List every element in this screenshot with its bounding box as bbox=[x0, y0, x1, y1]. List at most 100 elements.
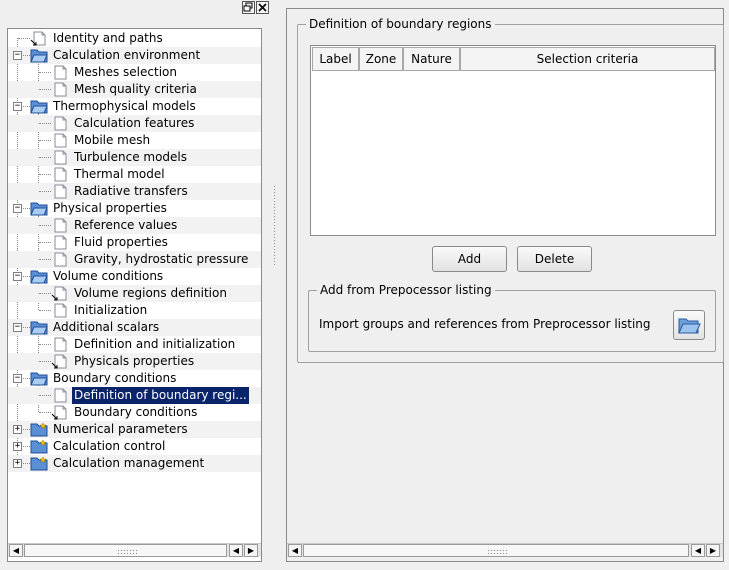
expand-icon[interactable]: + bbox=[13, 442, 22, 451]
tree-item-calculation-management[interactable]: + Calculation management bbox=[8, 455, 261, 472]
tree-item-mesh-quality-criteria[interactable]: Mesh quality criteria bbox=[8, 81, 261, 98]
tree-item-initialization[interactable]: Initialization bbox=[8, 302, 261, 319]
tree-item-definition-of-boundary-regi[interactable]: Definition of boundary regi... bbox=[8, 387, 261, 404]
tree-item-label: Physicals properties bbox=[74, 354, 195, 368]
tree-item-label: Additional scalars bbox=[53, 320, 160, 334]
tree-branch-line bbox=[39, 72, 51, 73]
page-icon bbox=[51, 65, 69, 80]
collapse-icon[interactable]: − bbox=[13, 204, 22, 213]
tree-item-calculation-features[interactable]: Calculation features bbox=[8, 115, 261, 132]
splitter-handle[interactable] bbox=[273, 185, 276, 265]
folder-closed-icon bbox=[30, 422, 48, 437]
preprocessor-import-label: Import groups and references from Prepro… bbox=[319, 317, 651, 331]
folder-open-icon bbox=[30, 269, 48, 284]
expand-icon[interactable]: + bbox=[13, 459, 22, 468]
folder-open-icon bbox=[30, 99, 48, 114]
panel-scroll-thumb[interactable] bbox=[303, 544, 689, 557]
folder-open-icon bbox=[678, 318, 701, 334]
tree-item-thermal-model[interactable]: Thermal model bbox=[8, 166, 261, 183]
column-header-nature[interactable]: Nature bbox=[403, 47, 460, 71]
tree-item-label: Definition of boundary regi... bbox=[72, 387, 249, 404]
tree-horizontal-scrollbar[interactable]: ◀ ◀ ▶ bbox=[8, 543, 261, 557]
arrow-left-icon: ◀ bbox=[232, 546, 240, 555]
float-icon bbox=[243, 2, 253, 12]
preprocessor-group: Add from Prepocessor listing Import grou… bbox=[308, 283, 716, 352]
tree-item-label: Meshes selection bbox=[74, 65, 177, 79]
tree-item-reference-values[interactable]: Reference values bbox=[8, 217, 261, 234]
float-dock-button[interactable] bbox=[242, 1, 255, 14]
panel-scroll-right-button[interactable]: ▶ bbox=[706, 544, 720, 557]
add-button[interactable]: Add bbox=[432, 246, 507, 272]
tree-item-physicals-properties[interactable]: Physicals properties bbox=[8, 353, 261, 370]
tree-item-numerical-parameters[interactable]: + Numerical parameters bbox=[8, 421, 261, 438]
panel-scroll-left-button-2[interactable]: ◀ bbox=[691, 544, 705, 557]
page-link-icon bbox=[51, 286, 69, 301]
folder-open-icon bbox=[30, 371, 48, 386]
tree-item-label: Radiative transfers bbox=[74, 184, 188, 198]
folder-closed-icon bbox=[30, 456, 48, 471]
tree-item-gravity-hydrostatic-pressure[interactable]: Gravity, hydrostatic pressure bbox=[8, 251, 261, 268]
tree-item-label: Calculation management bbox=[53, 456, 205, 470]
tree-item-label: Reference values bbox=[74, 218, 178, 232]
tree-item-label: Calculation environment bbox=[53, 48, 201, 62]
collapse-icon[interactable]: − bbox=[13, 102, 22, 111]
scroll-right-button[interactable]: ▶ bbox=[244, 544, 258, 557]
tree-item-boundary-conditions[interactable]: − Boundary conditions bbox=[8, 370, 261, 387]
column-header-label[interactable]: Label bbox=[312, 47, 359, 71]
tree-item-label: Boundary conditions bbox=[74, 405, 198, 419]
folder-closed-icon bbox=[30, 439, 48, 454]
tree-item-identity-and-paths[interactable]: Identity and paths bbox=[8, 30, 261, 47]
delete-button[interactable]: Delete bbox=[517, 246, 592, 272]
tree-item-additional-scalars[interactable]: − Additional scalars bbox=[8, 319, 261, 336]
tree-branch-line bbox=[39, 310, 51, 311]
tree-branch-line bbox=[39, 293, 51, 294]
tree-item-label: Thermal model bbox=[74, 167, 165, 181]
page-icon bbox=[51, 337, 69, 352]
tree-item-mobile-mesh[interactable]: Mobile mesh bbox=[8, 132, 261, 149]
tree-item-label: Calculation features bbox=[74, 116, 195, 130]
column-header-selection-criteria[interactable]: Selection criteria bbox=[460, 47, 715, 71]
tree-item-label: Calculation control bbox=[53, 439, 166, 453]
scroll-left-button-2[interactable]: ◀ bbox=[229, 544, 243, 557]
tree-item-boundary-conditions[interactable]: Boundary conditions bbox=[8, 404, 261, 421]
tree-item-label: Mesh quality criteria bbox=[74, 82, 197, 96]
tree-item-calculation-control[interactable]: + Calculation control bbox=[8, 438, 261, 455]
navigation-tree[interactable]: Identity and paths − Calculation environme… bbox=[7, 28, 262, 562]
arrow-right-icon: ▶ bbox=[247, 546, 255, 555]
tree-item-volume-regions-definition[interactable]: Volume regions definition bbox=[8, 285, 261, 302]
tree-branch-line bbox=[39, 123, 51, 124]
tree-item-physical-properties[interactable]: − Physical properties bbox=[8, 200, 261, 217]
tree-item-calculation-environment[interactable]: − Calculation environment bbox=[8, 47, 261, 64]
tree-item-label: Definition and initialization bbox=[74, 337, 236, 351]
tree-item-meshes-selection[interactable]: Meshes selection bbox=[8, 64, 261, 81]
tree-item-definition-and-initialization[interactable]: Definition and initialization bbox=[8, 336, 261, 353]
collapse-icon[interactable]: − bbox=[13, 51, 22, 60]
tree-item-thermophysical-models[interactable]: − Thermophysical models bbox=[8, 98, 261, 115]
folder-open-icon bbox=[30, 320, 48, 335]
page-link-icon bbox=[30, 31, 48, 46]
collapse-icon[interactable]: − bbox=[13, 272, 22, 281]
boundary-regions-table[interactable]: Label Zone Nature Selection criteria bbox=[310, 45, 716, 236]
tree-branch-line bbox=[39, 412, 51, 413]
page-link-icon bbox=[51, 405, 69, 420]
arrow-left-icon: ◀ bbox=[694, 546, 702, 555]
scroll-thumb[interactable] bbox=[24, 544, 227, 557]
tree-item-label: Gravity, hydrostatic pressure bbox=[74, 252, 249, 266]
column-header-zone[interactable]: Zone bbox=[359, 47, 403, 71]
tree-item-turbulence-models[interactable]: Turbulence models bbox=[8, 149, 261, 166]
import-preprocessor-button[interactable] bbox=[673, 310, 705, 340]
scroll-left-button[interactable]: ◀ bbox=[9, 544, 23, 557]
tree-item-radiative-transfers[interactable]: Radiative transfers bbox=[8, 183, 261, 200]
close-dock-button[interactable] bbox=[256, 1, 269, 14]
tree-item-fluid-properties[interactable]: Fluid properties bbox=[8, 234, 261, 251]
tree-branch-line bbox=[39, 395, 51, 396]
tree-item-label: Turbulence models bbox=[74, 150, 188, 164]
arrow-right-icon: ▶ bbox=[709, 546, 717, 555]
tree-branch-line bbox=[39, 361, 51, 362]
expand-icon[interactable]: + bbox=[13, 425, 22, 434]
panel-scroll-left-button[interactable]: ◀ bbox=[288, 544, 302, 557]
tree-item-volume-conditions[interactable]: − Volume conditions bbox=[8, 268, 261, 285]
panel-horizontal-scrollbar[interactable]: ◀ ◀ ▶ bbox=[287, 543, 723, 557]
collapse-icon[interactable]: − bbox=[13, 323, 22, 332]
collapse-icon[interactable]: − bbox=[13, 374, 22, 383]
